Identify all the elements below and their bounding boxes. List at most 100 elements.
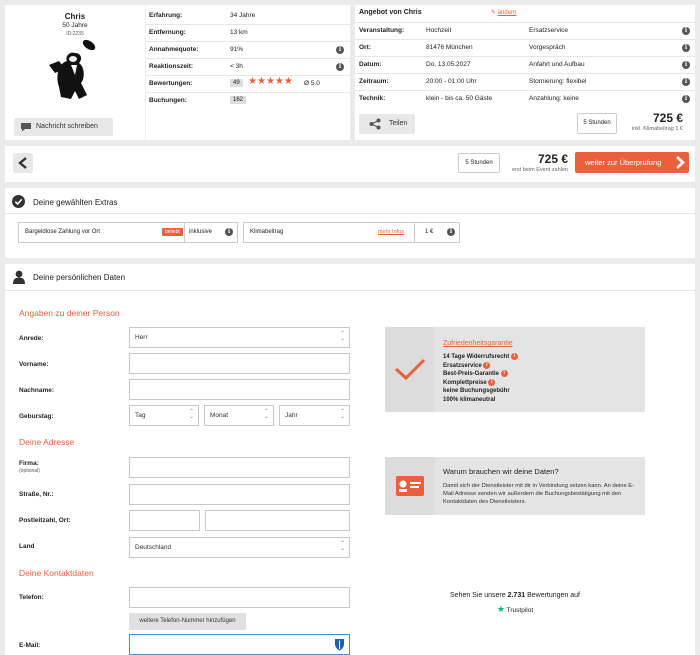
offer-price-note: inkl. Klimabeitrag 1 € — [631, 126, 683, 132]
trust-count: 2.731 — [507, 592, 526, 599]
rating-stars: ★★★★★ — [248, 76, 293, 87]
offer-row-value: Do, 13.05.2027 — [426, 61, 471, 68]
nachname-input[interactable] — [129, 379, 350, 400]
guarantee-item-label: Komplettpreise — [443, 379, 487, 386]
firma-input[interactable] — [129, 457, 350, 478]
guarantee-item: Komplettpreise i — [443, 378, 518, 388]
land-select[interactable]: Deutschland ⌃ ⌄ — [129, 537, 350, 558]
info-icon[interactable]: i — [510, 353, 518, 360]
email-label: E-Mail: — [19, 642, 41, 649]
info-icon[interactable]: i — [447, 228, 455, 236]
guarantee-item-label: 14 Tage Widerrufsrecht — [443, 354, 510, 361]
month-select[interactable]: Monat ⌃ ⌄ — [204, 405, 274, 426]
info-icon[interactable]: i — [488, 378, 496, 386]
offer-row: Datum: Do, 13.05.2027 Anfahrt und Aufbau i — [355, 56, 695, 73]
guarantee-item-label: Best-Preis-Garantie — [443, 371, 500, 378]
info-icon[interactable]: i — [336, 46, 344, 54]
star-icon: ★ — [256, 76, 266, 87]
row-divider — [355, 39, 695, 40]
trustpilot-link[interactable]: ★ Trustpilot — [385, 604, 645, 615]
trust-text-after: Bewertungen auf — [527, 592, 581, 599]
info-icon[interactable]: i — [682, 44, 690, 52]
ort-input[interactable] — [205, 510, 350, 531]
add-phone-button[interactable]: weitere Telefon-Nummer hinzufügen — [129, 613, 246, 630]
extras-divider — [5, 213, 695, 214]
guarantee-title[interactable]: Zufriedenheitsgarantie — [443, 340, 513, 347]
message-button-label: Nachricht schreiben — [36, 123, 98, 130]
nav-hours-button[interactable]: 5 Stunden — [458, 153, 500, 173]
email-input[interactable] — [129, 634, 350, 655]
back-button[interactable] — [13, 153, 33, 173]
password-manager-icon[interactable] — [334, 638, 345, 651]
stat-value: 49 — [230, 79, 243, 87]
year-select[interactable]: Jahr ⌃ ⌄ — [279, 405, 350, 426]
personal-title: Deine persönlichen Daten — [33, 273, 126, 282]
anrede-value: Herr — [135, 334, 148, 341]
anrede-label: Anrede: — [19, 335, 44, 342]
stat-row: Entfernung: 13 km — [146, 25, 351, 42]
firma-optional: (optional) — [19, 468, 40, 474]
row-divider — [355, 22, 695, 23]
offer-row-value: 81476 München — [426, 44, 473, 51]
anrede-select[interactable]: Herr ⌃ ⌄ — [129, 327, 350, 348]
offer-row: Technik: klein - bis ca. 50 Gäste Anzahlun… — [355, 90, 695, 107]
offer-row-label: Technik: — [359, 95, 386, 102]
select-arrows-icon: ⌃ ⌄ — [188, 409, 194, 420]
extra-item-link[interactable]: mehr Infos — [378, 229, 404, 235]
info-icon[interactable]: i — [682, 78, 690, 86]
info-icon[interactable]: i — [225, 228, 233, 236]
chevron-left-icon — [18, 157, 27, 169]
info-icon[interactable]: i — [483, 361, 491, 369]
stat-row: Erfahrung: 34 Jahre — [146, 8, 351, 25]
vorname-input[interactable] — [129, 353, 350, 374]
chat-icon — [21, 123, 31, 132]
telefon-input[interactable] — [129, 587, 350, 608]
extra-item-name: Bargeldlose Zahlung vor Ort — [25, 229, 101, 235]
plz-input[interactable] — [129, 510, 200, 531]
stat-label: Entfernung: — [149, 29, 186, 36]
select-arrows-icon: ⌃ ⌄ — [339, 409, 345, 420]
stat-label: Annahmequote: — [149, 46, 199, 53]
offer-row-extra: Anfahrt und Aufbau — [529, 61, 585, 68]
info-icon[interactable]: i — [500, 370, 508, 378]
info-icon[interactable]: i — [682, 95, 690, 103]
land-label: Land — [19, 543, 35, 550]
share-icon — [369, 118, 381, 130]
offer-row-label: Ort: — [359, 44, 371, 51]
offer-row-extra: Vorgespräch — [529, 44, 566, 51]
extra-item[interactable]: Klimabeitrag mehr Infos 1 € i — [243, 222, 460, 243]
personal-divider — [5, 290, 695, 291]
extras-title: Deine gewählten Extras — [33, 198, 118, 207]
star-icon: ★ — [274, 76, 284, 87]
extra-item[interactable]: Bargeldlose Zahlung vor Ort beliebt inkl… — [18, 222, 238, 243]
info-icon[interactable]: i — [682, 27, 690, 35]
extra-item-name: Klimabeitrag — [250, 229, 284, 235]
continue-button-label: weiter zur Überprüfung — [585, 158, 662, 167]
info-icon[interactable]: i — [682, 61, 690, 69]
stat-label: Bewertungen: — [149, 80, 193, 87]
extras-panel: Deine gewählten Extras Bargeldlose Zahlu… — [5, 188, 695, 258]
extra-item-tag: beliebt — [162, 228, 183, 236]
stat-row: Bewertungen: 49 ★★★★★ Ø 5.0 — [146, 76, 351, 93]
edit-link[interactable]: ✎ ändern — [491, 9, 516, 16]
provider-card: Chris 50 Jahre ID:2235 Nachricht schreib… — [5, 5, 145, 140]
strasse-input[interactable] — [129, 484, 350, 505]
day-select[interactable]: Tag ⌃ ⌄ — [129, 405, 199, 426]
info-icon[interactable]: i — [336, 63, 344, 71]
offer-row: Veranstaltung: Hochzeit Ersatzservice i — [355, 22, 695, 39]
continue-button[interactable]: weiter zur Überprüfung — [575, 152, 689, 173]
stat-label: Reaktionszeit: — [149, 63, 194, 70]
offer-price: 725 € — [652, 111, 683, 125]
id-card-icon — [396, 476, 424, 496]
select-arrows-icon: ⌃ ⌄ — [339, 331, 345, 342]
section-address-title: Deine Adresse — [19, 437, 75, 447]
nav-price: 725 € — [537, 152, 568, 166]
message-button[interactable]: Nachricht schreiben — [14, 118, 113, 136]
provider-avatar — [49, 39, 96, 99]
offer-row-extra: Ersatzservice — [529, 27, 569, 34]
rating-average: Ø 5.0 — [304, 80, 320, 87]
telefon-label: Telefon: — [19, 594, 44, 601]
section-contact-title: Deine Kontaktdaten — [19, 568, 94, 578]
land-value: Deutschland — [135, 544, 172, 551]
share-button[interactable]: Teilen — [359, 114, 415, 134]
